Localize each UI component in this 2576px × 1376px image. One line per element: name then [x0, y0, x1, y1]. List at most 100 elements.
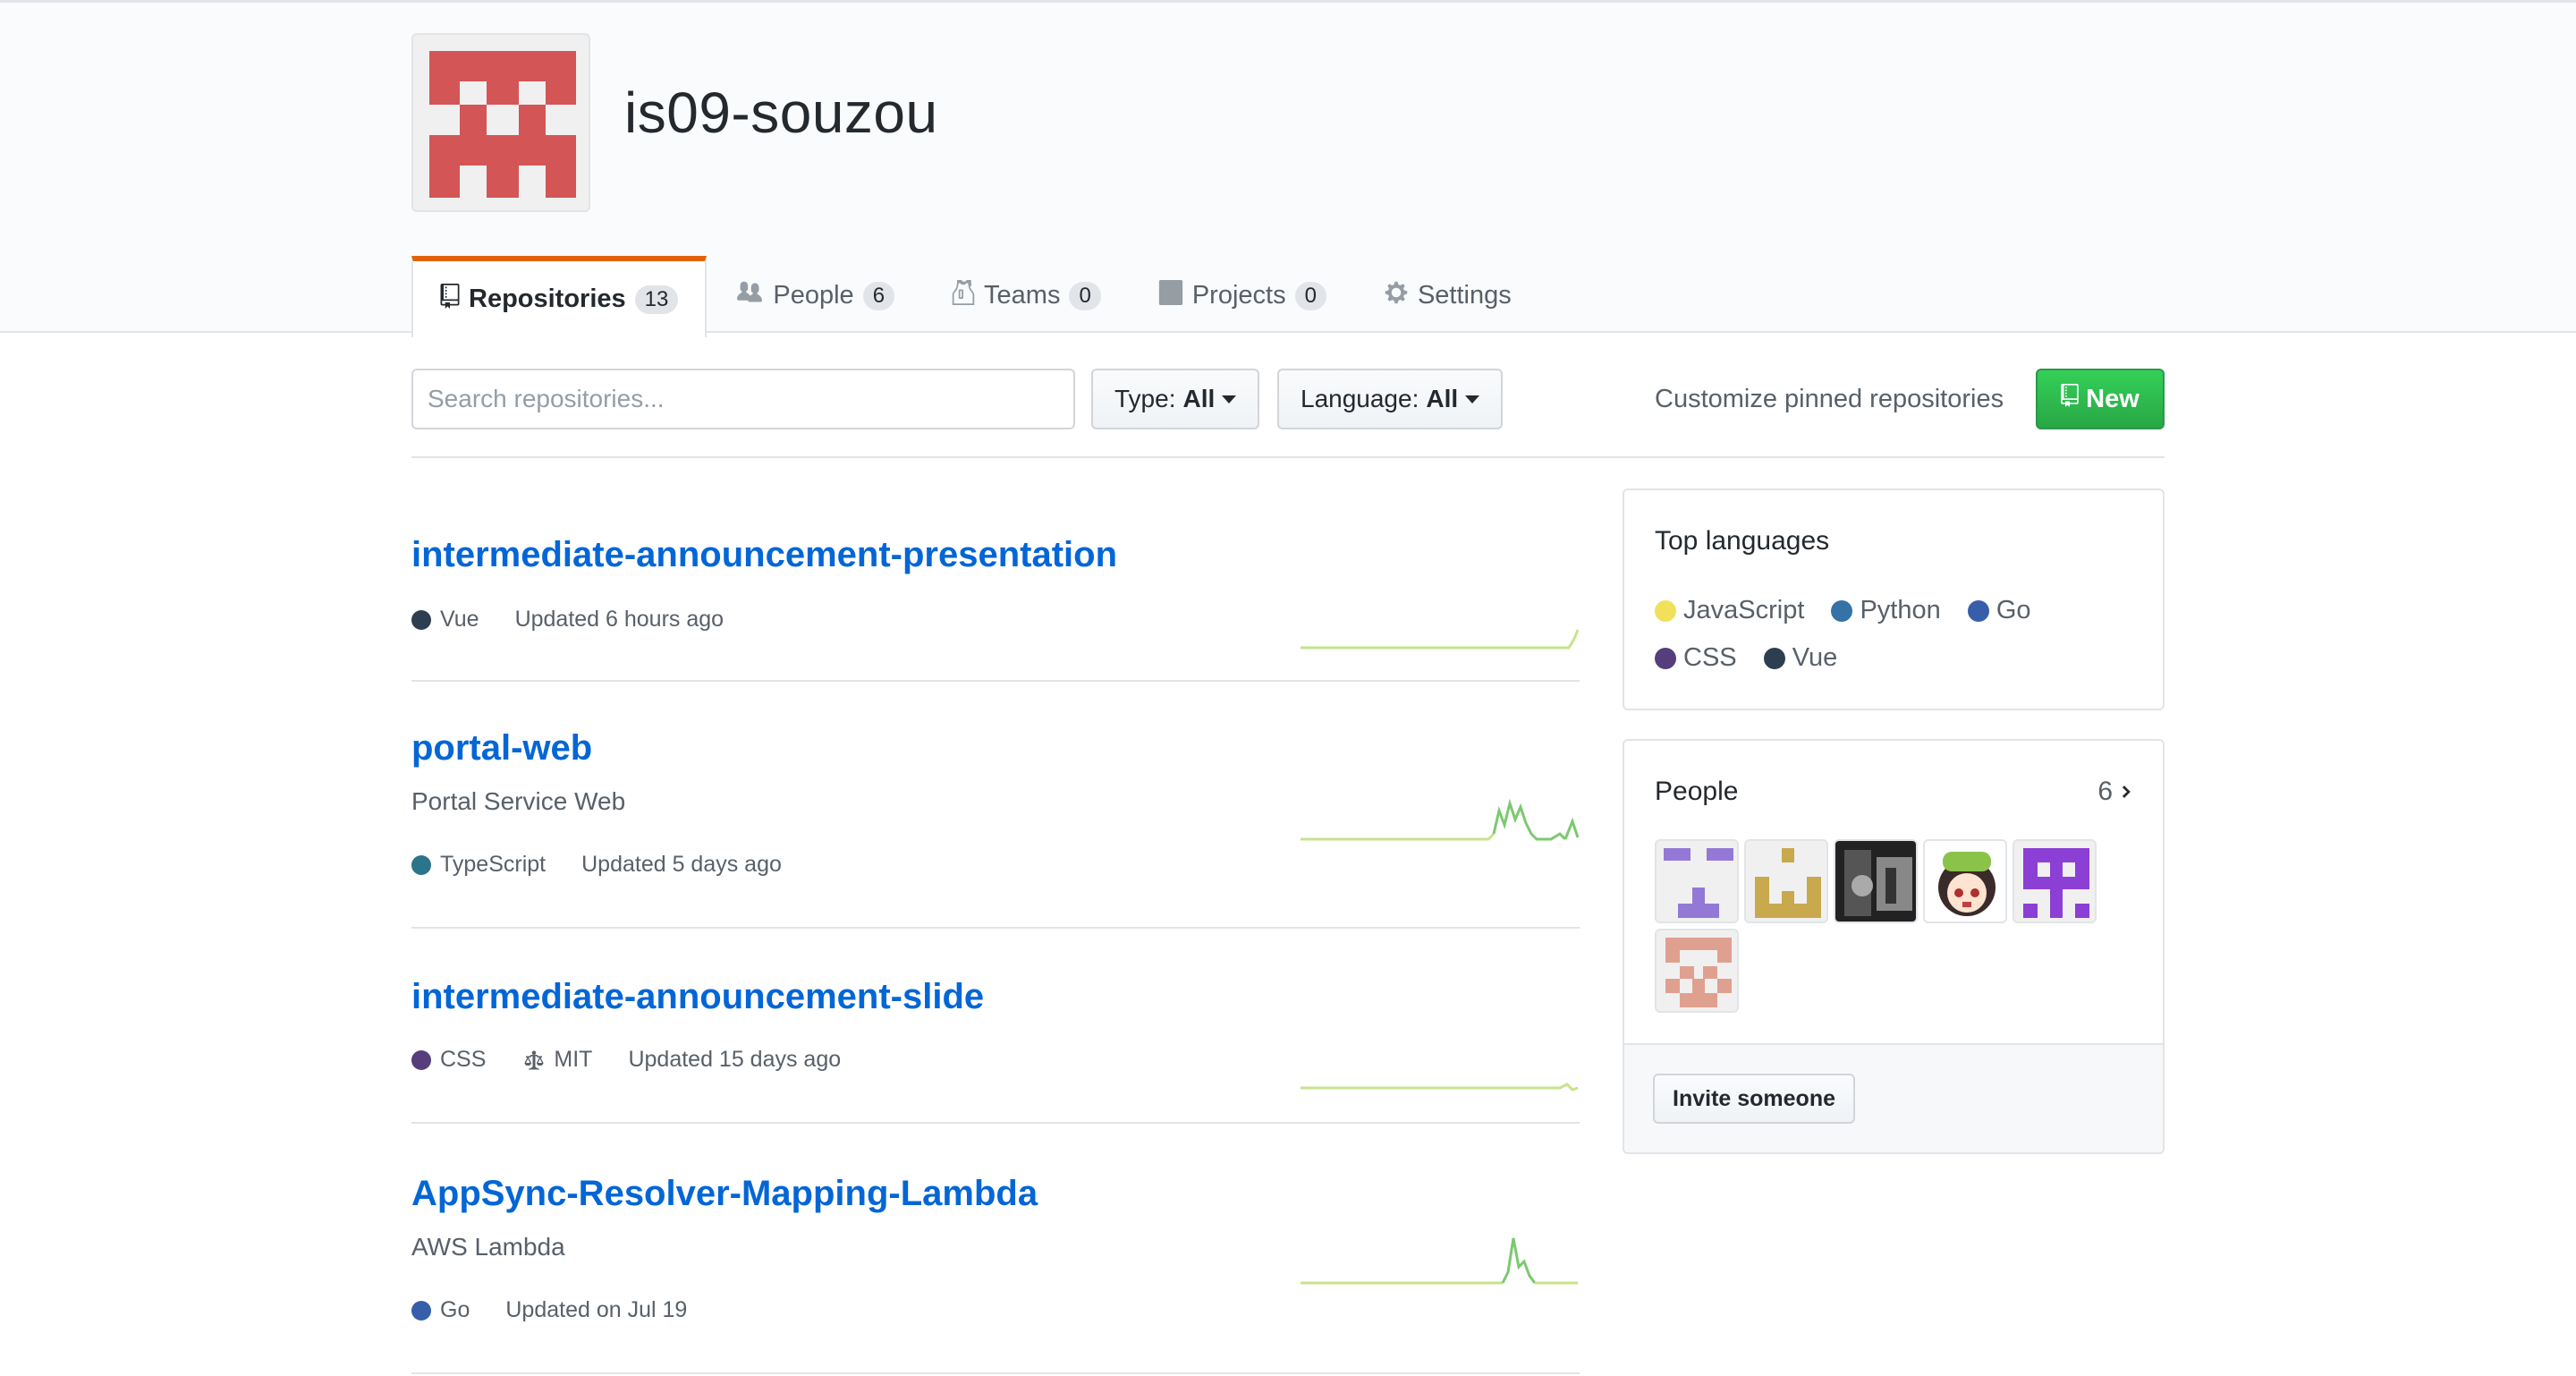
new-button-label: New: [2086, 384, 2140, 413]
language-link[interactable]: JavaScript: [1655, 596, 1804, 625]
repo-name-link[interactable]: intermediate-announcement-presentation: [411, 535, 1117, 575]
language-color-dot: [411, 609, 431, 630]
repo-name-link[interactable]: intermediate-announcement-slide: [411, 977, 984, 1017]
customize-pinned-link[interactable]: Customize pinned repositories: [1655, 385, 2004, 414]
tab-counter: 13: [634, 285, 679, 314]
license-name: MIT: [554, 1047, 593, 1072]
language-name: CSS: [1683, 643, 1737, 672]
language-name: Vue: [440, 607, 479, 632]
language-name: Python: [1860, 596, 1941, 624]
tab-counter: 6: [862, 281, 895, 310]
repo-meta: TypeScript Updated 5 days ago: [411, 852, 818, 878]
org-name: is09-souzou: [624, 81, 938, 145]
type-filter-value: All: [1182, 385, 1216, 412]
org-avatar[interactable]: [411, 33, 590, 212]
member-avatar[interactable]: [1834, 839, 1918, 923]
language-filter-value: All: [1426, 385, 1459, 412]
repo-updated: Updated 5 days ago: [581, 852, 782, 877]
tab-label: Teams: [984, 281, 1061, 310]
org-tabs: Repositories 13 People 6 Teams 0 Project…: [411, 256, 1540, 337]
activity-sparkline: [1301, 629, 1580, 650]
tab-repositories[interactable]: Repositories 13: [411, 256, 708, 337]
activity-sparkline: [1301, 1083, 1579, 1091]
people-count-link[interactable]: 6: [2097, 777, 2132, 807]
language-name: Vue: [1792, 643, 1838, 672]
invite-someone-button[interactable]: Invite someone: [1653, 1074, 1855, 1124]
repo-updated: Updated 6 hours ago: [514, 607, 724, 632]
repo-item: intermediate-announcement-slide CSS MIT …: [411, 929, 1580, 1124]
repo-meta: CSS MIT Updated 15 days ago: [411, 1047, 877, 1073]
tab-settings[interactable]: Settings: [1355, 256, 1540, 336]
language-color-dot: [1763, 647, 1785, 669]
language-filter-select[interactable]: Language: All: [1277, 369, 1504, 429]
repo-updated: Updated 15 days ago: [628, 1047, 842, 1072]
jersey-icon: [952, 279, 975, 312]
tab-label: Projects: [1191, 281, 1286, 310]
repo-list: intermediate-announcement-presentation V…: [411, 488, 1580, 1374]
repo-name-link[interactable]: portal-web: [411, 728, 592, 769]
tab-counter: 0: [1069, 281, 1101, 310]
tab-projects[interactable]: Projects 0: [1130, 256, 1355, 336]
language-name: Go: [1996, 596, 2031, 624]
top-languages-box: Top languages JavaScript Python Go CSS V…: [1623, 488, 2165, 710]
people-icon: [735, 280, 764, 312]
repo-language: Vue: [411, 607, 479, 633]
repo-language: TypeScript: [411, 852, 546, 878]
repo-language: CSS: [411, 1047, 486, 1073]
repo-item: portal-web Portal Service Web TypeScript…: [411, 682, 1580, 929]
language-color-dot: [411, 1049, 431, 1070]
tab-label: Repositories: [469, 285, 626, 313]
project-icon: [1158, 279, 1183, 312]
caret-down-icon: [1465, 395, 1480, 403]
repo-icon: [2061, 384, 2079, 414]
tab-people[interactable]: People 6: [707, 256, 923, 336]
member-avatar[interactable]: [1655, 839, 1739, 923]
repo-license: MIT: [521, 1047, 592, 1073]
language-filter-label: Language:: [1301, 385, 1419, 412]
chevron-right-icon: [2120, 782, 2132, 802]
language-link[interactable]: Python: [1831, 596, 1941, 625]
tab-counter: 0: [1294, 281, 1326, 310]
top-languages-title: Top languages: [1655, 526, 1830, 556]
language-link[interactable]: Go: [1967, 596, 2031, 625]
repo-icon: [440, 283, 460, 316]
type-filter-select[interactable]: Type: All: [1091, 369, 1260, 429]
language-color-dot: [411, 854, 431, 875]
member-avatar[interactable]: [1923, 839, 2007, 923]
language-color-dot: [1967, 599, 1989, 622]
org-identicon: [429, 51, 576, 198]
law-icon: [521, 1049, 547, 1071]
search-repositories-input[interactable]: [411, 369, 1075, 429]
activity-sparkline: [1301, 1237, 1578, 1285]
tab-teams[interactable]: Teams 0: [923, 256, 1130, 336]
tab-label: People: [773, 281, 854, 310]
new-repo-button[interactable]: New: [2036, 369, 2165, 429]
tab-label: Settings: [1417, 281, 1512, 310]
repo-filter-bar: Type: All Language: All Customize pinned…: [411, 369, 2165, 458]
language-link[interactable]: Vue: [1763, 643, 1838, 673]
repo-meta: Go Updated on Jul 19: [411, 1297, 723, 1323]
language-name: TypeScript: [440, 852, 547, 877]
member-avatar[interactable]: [2012, 839, 2097, 923]
language-name: JavaScript: [1683, 596, 1805, 624]
repo-description: Portal Service Web: [411, 787, 626, 815]
repo-language: Go: [411, 1297, 470, 1323]
member-avatar[interactable]: [1655, 929, 1739, 1013]
people-box: People 6 Invite someone: [1623, 739, 2165, 1154]
gear-icon: [1384, 280, 1409, 312]
language-name: Go: [440, 1297, 470, 1322]
caret-down-icon: [1222, 395, 1237, 403]
repo-item: intermediate-announcement-presentation V…: [411, 488, 1580, 682]
repo-name-link[interactable]: AppSync-Resolver-Mapping-Lambda: [411, 1174, 1038, 1214]
language-link[interactable]: CSS: [1655, 643, 1737, 673]
people-count: 6: [2097, 777, 2113, 806]
repo-updated: Updated on Jul 19: [505, 1297, 688, 1322]
member-avatar[interactable]: [1744, 839, 1828, 923]
top-languages-list: JavaScript Python Go CSS Vue: [1655, 596, 2156, 691]
repo-meta: Vue Updated 6 hours ago: [411, 607, 759, 633]
language-color-dot: [411, 1300, 431, 1321]
people-title: People: [1655, 777, 1739, 806]
language-name: CSS: [440, 1047, 487, 1072]
language-color-dot: [1655, 599, 1676, 622]
people-box-footer: Invite someone: [1624, 1043, 2163, 1152]
